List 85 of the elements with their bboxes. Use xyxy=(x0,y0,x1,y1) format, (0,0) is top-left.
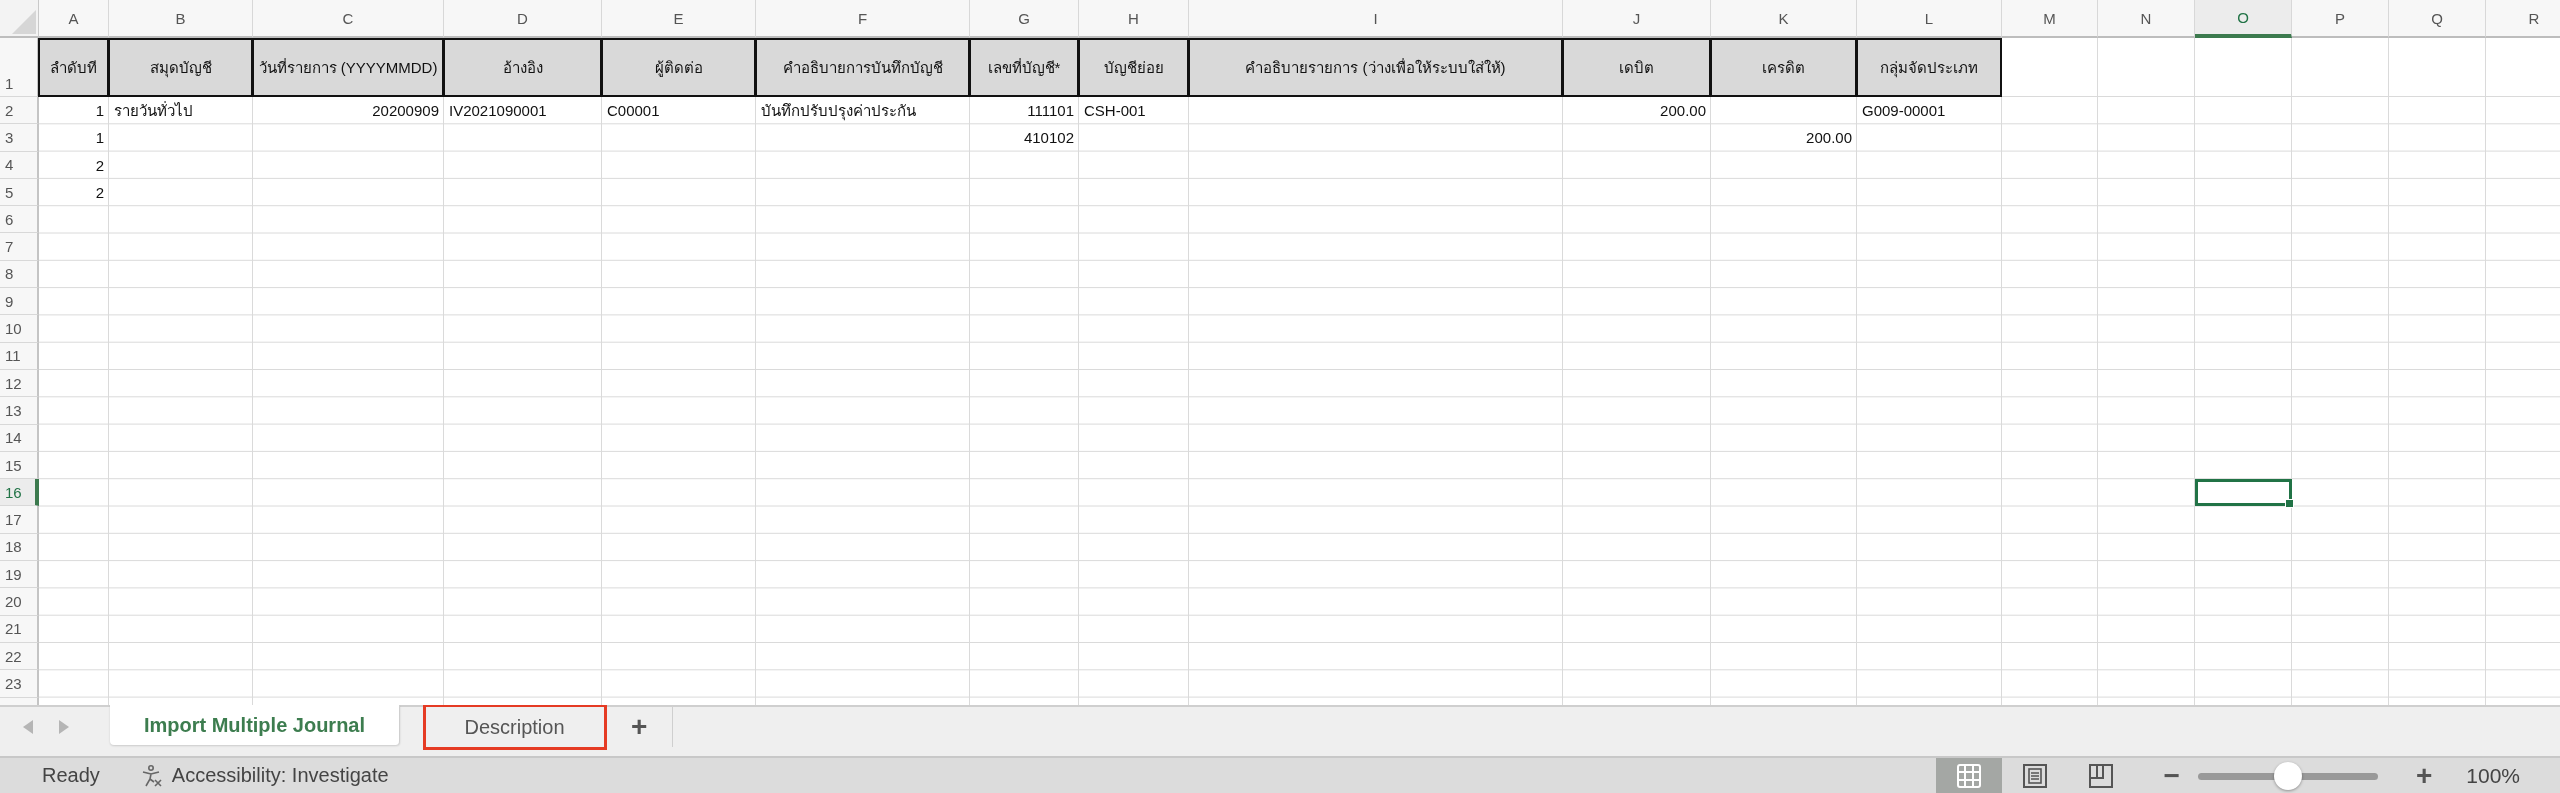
column-header: คำอธิบายรายการ (ว่างเพื่อให้ระบบใส่ให้) xyxy=(1188,38,1563,97)
column-letter[interactable]: A xyxy=(39,0,109,38)
next-sheet-icon[interactable] xyxy=(58,719,70,735)
row-number[interactable]: 20 xyxy=(0,588,39,616)
normal-view-button[interactable] xyxy=(1935,758,2002,793)
row-number[interactable]: 10 xyxy=(0,315,39,343)
column-letter[interactable]: Q xyxy=(2389,0,2486,38)
zoom-percentage: 100% xyxy=(2466,763,2520,788)
table-cell-text: CSH-001 xyxy=(1083,101,1147,122)
table-cell-text: 2 xyxy=(94,183,105,204)
column-header: ผู้ติดต่อ xyxy=(601,38,756,97)
row-number[interactable]: 21 xyxy=(0,615,39,643)
column-letter[interactable]: F xyxy=(756,0,970,38)
sheet-tab[interactable]: Import Multiple Journal xyxy=(110,705,400,745)
row-number[interactable]: 9 xyxy=(0,288,39,316)
zoom-in-button[interactable]: + xyxy=(2405,759,2443,792)
column-header: เดบิต xyxy=(1562,38,1711,97)
column-letter[interactable]: M xyxy=(2002,0,2098,38)
column-header: ลำดับที xyxy=(38,38,109,97)
row-number[interactable]: 1 xyxy=(0,38,39,97)
column-letter[interactable]: K xyxy=(1711,0,1857,38)
sheet-tab[interactable]: Description xyxy=(424,705,606,749)
table-cell-text: IV2021090001 xyxy=(448,101,548,122)
column-letter[interactable]: L xyxy=(1857,0,2002,38)
column-header: วันที่รายการ (YYYYMMDD) xyxy=(252,38,444,97)
table-cell-text: รายวันทั่วไป xyxy=(113,100,194,121)
column-letter[interactable]: J xyxy=(1563,0,1711,38)
column-letter[interactable]: P xyxy=(2292,0,2389,38)
row-number[interactable]: 17 xyxy=(0,506,39,534)
column-header: คำอธิบายการบันทึกบัญชี xyxy=(755,38,970,97)
table-cell-text: บันทึกปรับปรุงค่าประกัน xyxy=(760,100,917,123)
page-icon xyxy=(2021,762,2048,789)
column-letter[interactable]: D xyxy=(444,0,602,38)
table-cell-text: C00001 xyxy=(606,101,661,122)
row-number[interactable]: 8 xyxy=(0,260,39,289)
page-break-icon xyxy=(2087,762,2114,789)
cell-selection[interactable] xyxy=(2195,479,2292,507)
accessibility-status[interactable]: Accessibility: Investigate xyxy=(171,764,389,787)
table-cell-text: 2 xyxy=(94,155,105,176)
column-header: เลขที่บัญชี* xyxy=(969,38,1079,97)
row-number[interactable]: 5 xyxy=(0,178,39,207)
column-header: สมุดบัญชี xyxy=(108,38,253,97)
column-header: อ้างอิง xyxy=(443,38,602,97)
column-letter[interactable]: I xyxy=(1189,0,1563,38)
row-number[interactable]: 6 xyxy=(0,206,39,234)
row-number[interactable]: 13 xyxy=(0,397,39,425)
status-text: Ready xyxy=(42,764,100,787)
table-cell-text: 1 xyxy=(94,128,105,149)
table-cell-text: 410102 xyxy=(1022,128,1075,149)
row-number[interactable]: 2 xyxy=(0,97,39,125)
column-letter[interactable]: C xyxy=(253,0,444,38)
table-cell-text: 200.00 xyxy=(1659,101,1707,122)
column-header: เครดิต xyxy=(1710,38,1857,97)
table-cell-text: G009-00001 xyxy=(1861,101,1947,122)
row-number[interactable]: 11 xyxy=(0,342,39,370)
table-cell-text: 20200909 xyxy=(371,101,440,122)
row-number[interactable]: 4 xyxy=(0,151,39,179)
row-number[interactable]: 19 xyxy=(0,561,39,589)
table-cell-text: 111101 xyxy=(1026,101,1075,122)
grid-icon xyxy=(1955,762,1982,789)
column-letter[interactable]: B xyxy=(109,0,253,38)
zoom-slider[interactable] xyxy=(2197,760,2378,791)
row-number[interactable]: 7 xyxy=(0,233,39,261)
row-number[interactable]: 22 xyxy=(0,642,39,671)
row-number[interactable]: 23 xyxy=(0,670,39,698)
zoom-out-button[interactable]: − xyxy=(2153,759,2190,792)
row-number[interactable]: 15 xyxy=(0,451,39,480)
table-cell-text: 1 xyxy=(94,101,105,122)
column-letter[interactable]: O xyxy=(2195,0,2292,38)
previous-sheet-icon[interactable] xyxy=(22,719,34,735)
column-letter[interactable]: R xyxy=(2486,0,2560,38)
column-letter[interactable]: E xyxy=(602,0,756,38)
column-letter[interactable]: G xyxy=(970,0,1079,38)
row-number[interactable]: 3 xyxy=(0,124,39,152)
column-header: บัญชีย่อย xyxy=(1078,38,1189,97)
column-header: กลุ่มจัดประเภท xyxy=(1856,38,2002,97)
row-number[interactable]: 18 xyxy=(0,533,39,562)
table-cell-text: 200.00 xyxy=(1805,128,1853,149)
column-letter[interactable]: H xyxy=(1079,0,1189,38)
row-number[interactable]: 12 xyxy=(0,369,39,398)
row-number[interactable]: 14 xyxy=(0,424,39,452)
select-all-corner[interactable] xyxy=(0,0,39,38)
column-letter[interactable]: N xyxy=(2098,0,2195,38)
row-number[interactable]: 16 xyxy=(0,479,39,507)
add-sheet-button[interactable]: + xyxy=(606,707,674,747)
